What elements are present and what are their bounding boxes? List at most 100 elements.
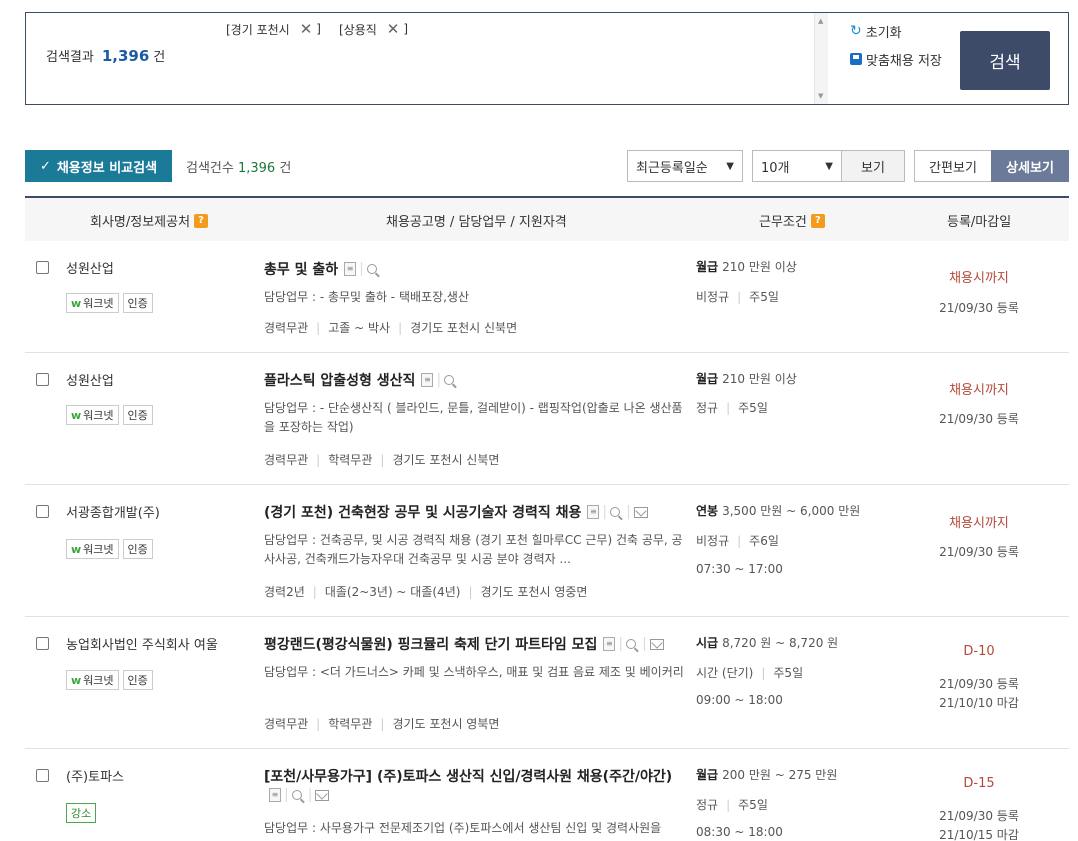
job-title[interactable]: [포천/사무용가구] (주)토파스 생산직 신입/경력사원 채용(주간/야간): [264, 766, 672, 786]
search-count: 검색건수 1,396 건: [186, 157, 291, 176]
req-education: 학력무관: [308, 715, 372, 732]
job-requirements: 경력무관학력무관경기도 포천시 영북면: [264, 715, 499, 732]
search-summary-box: [경기 포천시 ✕ ] [상용직 ✕ ] 검색결과 1,396 건 ▲ ▼ ↻ 초기…: [25, 12, 1069, 105]
work-condition: 정규주5일: [696, 399, 768, 416]
scroll-up-icon[interactable]: ▲: [818, 17, 823, 25]
table-row: 서광종합개발(주) w 워크넷 인증 (경기 포천) 건축현장 공무 및 시공기술…: [25, 485, 1069, 617]
icon-separator: |: [602, 504, 608, 520]
header-company: 회사명/정보제공처 ?: [90, 211, 209, 230]
document-icon[interactable]: ≡: [344, 262, 357, 276]
provider-badges: w 워크넷 인증: [66, 539, 153, 559]
row-checkbox[interactable]: [36, 637, 49, 650]
job-title[interactable]: 총무 및 출하: [264, 259, 338, 279]
sort-select[interactable]: 최근등록일순 ▼: [627, 150, 743, 182]
row-checkbox[interactable]: [36, 261, 49, 274]
page-size-select[interactable]: 10개 ▼: [752, 150, 842, 182]
result-label: 검색결과: [46, 50, 94, 65]
row-checkbox[interactable]: [36, 505, 49, 518]
pay-amount: 210 만원 이상: [722, 260, 797, 274]
registered-date: 21/09/30 등록: [939, 545, 1019, 559]
work-condition: 비정규주5일: [696, 288, 779, 305]
envelope-icon[interactable]: [315, 789, 330, 801]
worknet-badge: w 워크넷: [66, 405, 119, 425]
job-title-row: 총무 및 출하 ≡ |: [264, 259, 380, 279]
work-hours: 09:00 ~ 18:00: [696, 693, 783, 707]
closing-date: 21/10/10 마감: [939, 696, 1019, 710]
company-name[interactable]: 농업회사법인 주식회사 여울: [66, 634, 218, 653]
page-size-value: 10개: [761, 160, 790, 176]
search-icon[interactable]: [610, 507, 621, 517]
pay-amount: 8,720 원 ~ 8,720 원: [722, 636, 839, 650]
close-icon[interactable]: ✕: [300, 20, 313, 38]
document-icon[interactable]: ≡: [421, 373, 434, 387]
job-title[interactable]: (경기 포천) 건축현장 공무 및 시공기술자 경력직 채용: [264, 502, 581, 522]
tags-scrollbar[interactable]: ▲ ▼: [814, 13, 828, 104]
worknet-badge: w 워크넷: [66, 539, 119, 559]
search-icon[interactable]: [626, 639, 637, 649]
search-result-summary: 검색결과 1,396 건: [46, 46, 165, 65]
company-name[interactable]: 서광종합개발(주): [66, 502, 160, 521]
save-search-label: 맞춤채용 저장: [866, 53, 942, 69]
filter-tag-bracket: ]: [403, 22, 409, 36]
pay-amount: 3,500 만원 ~ 6,000 만원: [722, 504, 861, 518]
scroll-down-icon[interactable]: ▼: [818, 92, 823, 100]
filter-tag-label: [경기 포천시: [226, 22, 290, 37]
work-hours: 08:30 ~ 18:00: [696, 825, 783, 839]
search-button[interactable]: 검색: [960, 31, 1050, 90]
job-title[interactable]: 평강랜드(평강식물원) 핑크뮬리 축제 단기 파트타임 모집: [264, 634, 597, 654]
pay-type: 시급: [696, 636, 719, 650]
simple-view-button[interactable]: 간편보기: [914, 150, 992, 182]
reset-label: 초기화: [865, 25, 902, 41]
table-header: 회사명/정보제공처 ? 채용공고명 / 담당업무 / 지원자격 근무조건 ? 등…: [25, 196, 1069, 241]
req-location: 경기도 포천시 신북면: [372, 451, 499, 468]
work-days: 주5일: [718, 796, 768, 813]
search-side-actions: ↻ 초기화 맞춤채용 저장: [850, 22, 942, 78]
reset-link[interactable]: ↻ 초기화: [850, 22, 942, 41]
pay-condition: 월급 210 만원 이상: [696, 258, 797, 275]
document-icon[interactable]: ≡: [587, 505, 600, 519]
job-title-row: (경기 포천) 건축현장 공무 및 시공기술자 경력직 채용 ≡ | |: [264, 502, 648, 522]
search-icon[interactable]: [444, 375, 455, 385]
header-title: 채용공고명 / 담당업무 / 지원자격: [386, 211, 567, 230]
worknet-badge: w 워크넷: [66, 293, 119, 313]
save-search-link[interactable]: 맞춤채용 저장: [850, 50, 942, 69]
company-name[interactable]: (주)토파스: [66, 766, 124, 785]
result-unit: 건: [153, 50, 166, 65]
pay-type: 연봉: [696, 504, 719, 518]
search-icon[interactable]: [366, 264, 377, 274]
small-giant-badge: 강소: [66, 803, 97, 823]
compare-search-label: 채용정보 비교검색: [56, 160, 158, 176]
detail-view-button[interactable]: 상세보기: [991, 150, 1069, 182]
deadline: 채용시까지: [949, 516, 1009, 531]
help-icon[interactable]: ?: [194, 213, 209, 228]
envelope-icon[interactable]: [633, 506, 648, 518]
header-company-label: 회사명/정보제공처: [90, 215, 191, 230]
req-location: 경기도 포천시 영북면: [372, 715, 499, 732]
row-checkbox[interactable]: [36, 769, 49, 782]
work-hours-value: 07:30 ~ 17:00: [696, 562, 783, 576]
envelope-icon[interactable]: [649, 638, 664, 650]
registered-date: 21/09/30 등록: [939, 677, 1019, 691]
document-icon[interactable]: ≡: [603, 637, 616, 651]
compare-search-button[interactable]: ✓ 채용정보 비교검색: [25, 150, 172, 182]
job-duty: 담당업무 : - 총무및 출하 - 택배포장,생산: [264, 290, 470, 304]
company-name[interactable]: 성원산업: [66, 370, 114, 389]
search-icon[interactable]: [291, 790, 302, 800]
apply-view-button[interactable]: 보기: [841, 150, 905, 182]
worknet-badge-label: 워크넷: [83, 674, 114, 687]
row-checkbox[interactable]: [36, 373, 49, 386]
pay-type: 월급: [696, 768, 719, 782]
close-icon[interactable]: ✕: [387, 20, 400, 38]
filter-tag-employment: [상용직 ✕ ]: [339, 20, 408, 38]
job-requirements: 경력무관고졸 ~ 박사경기도 포천시 신북면: [264, 319, 517, 336]
document-icon[interactable]: ≡: [269, 788, 281, 802]
req-experience: 경력무관: [264, 717, 309, 731]
company-name[interactable]: 성원산업: [66, 258, 114, 277]
help-icon[interactable]: ?: [810, 213, 825, 228]
worknet-badge: w 워크넷: [66, 670, 119, 690]
employment-type: 시간 (단기): [696, 666, 754, 680]
deadline: 채용시까지: [949, 271, 1009, 286]
work-condition: 정규주5일: [696, 796, 768, 813]
job-icons: ≡ |: [344, 261, 380, 277]
job-title[interactable]: 플라스틱 압출성형 생산직: [264, 370, 415, 390]
